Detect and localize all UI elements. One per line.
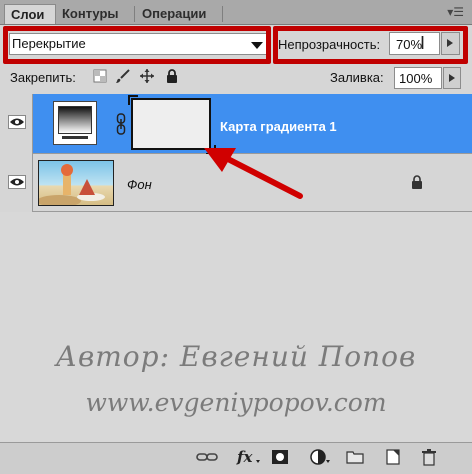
visibility-toggle[interactable] <box>0 94 33 154</box>
chain-link-icon[interactable] <box>116 113 126 135</box>
layer-name[interactable]: Фон <box>127 177 152 192</box>
visibility-toggle[interactable] <box>0 154 33 212</box>
panel-tab-bar: Слои Контуры Операции <box>0 0 472 25</box>
panel-menu-icon[interactable]: ▾☰ <box>447 5 464 19</box>
new-group-icon[interactable] <box>346 448 364 466</box>
tab-paths[interactable]: Контуры <box>56 4 134 24</box>
lock-brush-icon[interactable] <box>115 68 131 84</box>
link-layers-icon[interactable] <box>196 448 218 466</box>
eye-icon <box>8 115 26 129</box>
eye-icon <box>8 175 26 189</box>
tab-layers[interactable]: Слои <box>4 4 56 24</box>
lock-all-icon[interactable] <box>164 68 180 84</box>
lock-transparency-icon[interactable] <box>92 68 108 84</box>
layer-style-fx-icon[interactable]: fx <box>236 448 262 466</box>
beach-photo-image <box>39 164 105 205</box>
annotation-arrow <box>204 148 303 199</box>
blend-mode-highlight-box <box>3 26 271 64</box>
add-mask-icon[interactable] <box>271 448 289 466</box>
mask-selection-corner <box>128 95 138 105</box>
layer-name[interactable]: Карта градиента 1 <box>220 119 337 134</box>
tab-separator <box>134 6 135 22</box>
lock-icon <box>412 175 422 189</box>
watermark-url: www.evgeniypopov.com <box>85 388 387 417</box>
chevron-right-icon <box>449 74 455 82</box>
background-photo-thumbnail[interactable] <box>38 160 114 206</box>
gradient-map-icon-base <box>62 136 88 139</box>
fill-label: Заливка: <box>330 70 384 85</box>
tab-separator <box>222 6 223 22</box>
svg-text:fx: fx <box>236 448 253 466</box>
lock-move-icon[interactable] <box>139 68 155 84</box>
tab-actions[interactable]: Операции <box>136 4 222 24</box>
watermark-author: Автор: Евгений Попов <box>55 340 417 373</box>
opacity-highlight-box <box>273 26 468 64</box>
fill-value: 100% <box>399 71 433 86</box>
new-layer-icon[interactable] <box>384 448 402 466</box>
adjustment-layer-icon[interactable] <box>309 448 331 466</box>
delete-layer-icon[interactable] <box>421 448 437 466</box>
lock-label: Закрепить: <box>10 70 76 85</box>
gradient-map-icon <box>58 106 92 134</box>
